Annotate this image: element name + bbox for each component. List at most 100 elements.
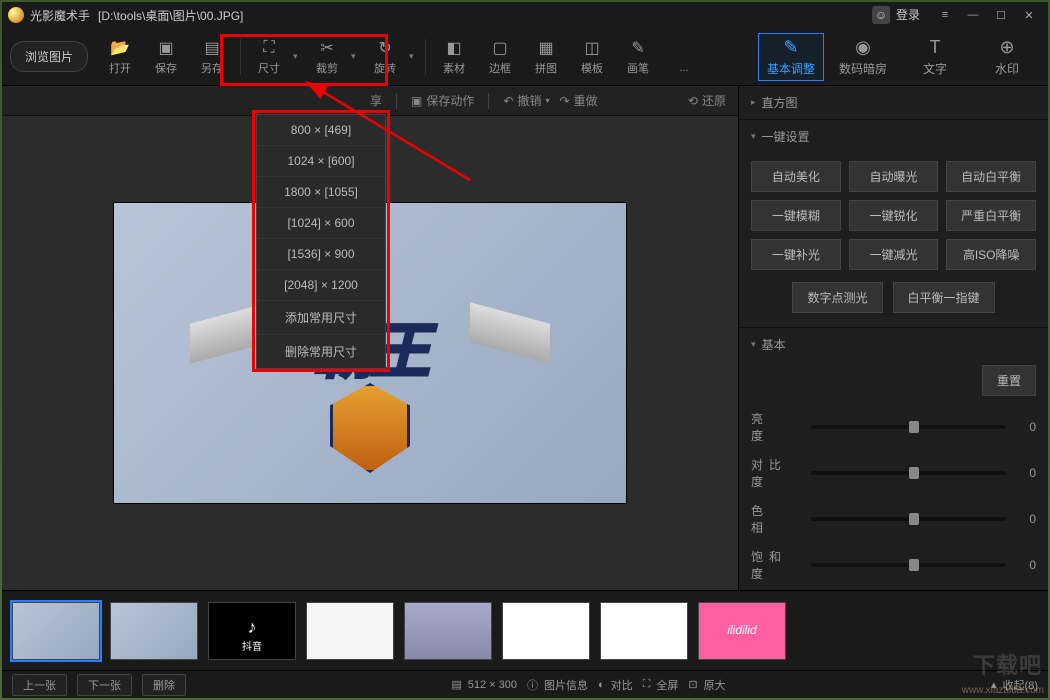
- oneclick-button[interactable]: 一键减光: [849, 239, 939, 270]
- oneclick-button[interactable]: 自动美化: [751, 161, 841, 192]
- save-as-icon: ▤: [202, 38, 222, 58]
- close-button[interactable]: ✕: [1016, 6, 1042, 24]
- rotate-icon: ↻: [375, 38, 395, 58]
- compare-button[interactable]: ◐ 对比: [598, 677, 633, 693]
- oneclick-button[interactable]: 数字点测光: [792, 282, 882, 313]
- adjust-panel: 直方图 一键设置 自动美化自动曝光自动白平衡一键模糊一键锐化严重白平衡一键补光一…: [738, 86, 1048, 590]
- tool-save-as[interactable]: ▤另存: [190, 33, 234, 81]
- login-button[interactable]: 登录: [896, 6, 920, 24]
- dimensions-label: ▤ 512 × 300: [451, 678, 517, 691]
- tool-collage[interactable]: ▦拼图: [524, 33, 568, 81]
- maximize-button[interactable]: ☐: [988, 6, 1014, 24]
- next-image-button[interactable]: 下一张: [77, 674, 132, 696]
- save-action-button[interactable]: ▣保存动作: [411, 92, 474, 109]
- slider-value: 0: [1016, 466, 1036, 480]
- slider-track[interactable]: [811, 425, 1006, 429]
- size-option[interactable]: 1024 × [600]: [257, 146, 385, 177]
- thumbnail[interactable]: [12, 602, 100, 660]
- oneclick-button[interactable]: 一键模糊: [751, 200, 841, 231]
- tool-more[interactable]: ...: [662, 33, 706, 81]
- section-oneclick[interactable]: 一键设置: [739, 120, 1048, 153]
- slider-track[interactable]: [811, 471, 1006, 475]
- slider-thumb[interactable]: [909, 513, 919, 525]
- border-icon: ▢: [490, 38, 510, 58]
- tool-border[interactable]: ▢边框: [478, 33, 522, 81]
- tool-open[interactable]: 📂打开: [98, 33, 142, 81]
- tab-darkroom[interactable]: ◉数码暗房: [830, 33, 896, 81]
- size-option[interactable]: [2048] × 1200: [257, 270, 385, 301]
- section-histogram[interactable]: 直方图: [739, 86, 1048, 119]
- slider-value: 0: [1016, 420, 1036, 434]
- tab-basic-adjust[interactable]: ✎基本调整: [758, 33, 824, 81]
- reset-button[interactable]: 重置: [982, 365, 1036, 396]
- oneclick-button[interactable]: 自动白平衡: [946, 161, 1036, 192]
- tab-text[interactable]: T文字: [902, 33, 968, 81]
- slider-track[interactable]: [811, 563, 1006, 567]
- login-avatar-icon[interactable]: ☺: [872, 6, 890, 24]
- thumbnail[interactable]: ♪抖音: [208, 602, 296, 660]
- slider-thumb[interactable]: [909, 559, 919, 571]
- thumbnail[interactable]: ilidilid: [698, 602, 786, 660]
- tool-rotate[interactable]: ↻旋转: [363, 33, 407, 81]
- tool-save[interactable]: ▣保存: [144, 33, 188, 81]
- share-label[interactable]: 享: [370, 92, 382, 109]
- undo-button[interactable]: ↶撤销▾: [503, 92, 549, 109]
- minimize-button[interactable]: ―: [960, 6, 986, 24]
- size-option[interactable]: [1536] × 900: [257, 239, 385, 270]
- oneclick-button[interactable]: 自动曝光: [849, 161, 939, 192]
- redo-icon: ↷: [559, 94, 569, 108]
- crop-dropdown-arrow[interactable]: ▾: [351, 51, 361, 62]
- size-option[interactable]: 删除常用尺寸: [257, 335, 385, 368]
- oneclick-button[interactable]: 白平衡一指键: [893, 282, 995, 313]
- size-option[interactable]: [1024] × 600: [257, 208, 385, 239]
- thumbnail[interactable]: [306, 602, 394, 660]
- thumbnail[interactable]: [502, 602, 590, 660]
- slider-row: 饱和度0: [751, 542, 1036, 588]
- resize-dropdown-arrow[interactable]: ▾: [293, 51, 303, 62]
- template-icon: ◫: [582, 38, 602, 58]
- tool-crop[interactable]: ✂裁剪: [305, 33, 349, 81]
- tool-template[interactable]: ◫模板: [570, 33, 614, 81]
- material-icon: ◧: [444, 38, 464, 58]
- fullscreen-button[interactable]: ⛶ 全屏: [643, 677, 679, 693]
- thumbnail[interactable]: [110, 602, 198, 660]
- tool-material[interactable]: ◧素材: [432, 33, 476, 81]
- section-basic[interactable]: 基本: [739, 328, 1048, 361]
- slider-thumb[interactable]: [909, 421, 919, 433]
- prev-image-button[interactable]: 上一张: [12, 674, 67, 696]
- size-option[interactable]: 1800 × [1055]: [257, 177, 385, 208]
- browse-images-button[interactable]: 浏览图片: [10, 41, 88, 72]
- redo-button[interactable]: ↷重做: [559, 92, 597, 109]
- size-dropdown-menu: 800 × [469]1024 × [600]1800 × [1055][102…: [256, 114, 386, 369]
- save-icon: ▣: [156, 38, 176, 58]
- thumbnail-strip: ♪抖音 ilidilid: [2, 590, 1048, 670]
- slider-value: 0: [1016, 512, 1036, 526]
- original-size-button[interactable]: ⊡ 原大: [688, 677, 725, 693]
- oneclick-button[interactable]: 一键补光: [751, 239, 841, 270]
- undo-icon: ↶: [503, 94, 513, 108]
- watermark-url: www.xiazaiba.com: [962, 685, 1044, 696]
- tool-resize[interactable]: ⛶尺寸: [247, 33, 291, 81]
- size-option[interactable]: 800 × [469]: [257, 115, 385, 146]
- separator: [425, 39, 426, 75]
- oneclick-button[interactable]: 严重白平衡: [946, 200, 1036, 231]
- thumbnail[interactable]: [404, 602, 492, 660]
- menu-icon[interactable]: ≡: [932, 6, 958, 24]
- oneclick-button[interactable]: 一键锐化: [849, 200, 939, 231]
- separator: [240, 39, 241, 75]
- watermark-text: 下载吧: [973, 648, 1042, 680]
- slider-thumb[interactable]: [909, 467, 919, 479]
- action-subbar: 享 ▣保存动作 ↶撤销▾ ↷重做 ⟲还原: [2, 86, 738, 116]
- tab-watermark[interactable]: ⊕水印: [974, 33, 1040, 81]
- image-info-button[interactable]: ⓘ 图片信息: [527, 677, 588, 693]
- more-icon: [674, 40, 694, 60]
- delete-button[interactable]: 删除: [142, 674, 186, 696]
- oneclick-button[interactable]: 高ISO降噪: [946, 239, 1036, 270]
- thumbnail[interactable]: [600, 602, 688, 660]
- slider-track[interactable]: [811, 517, 1006, 521]
- rotate-dropdown-arrow[interactable]: ▾: [409, 51, 419, 62]
- tool-brush[interactable]: ✎画笔: [616, 33, 660, 81]
- restore-button[interactable]: ⟲还原: [688, 92, 726, 109]
- folder-open-icon: 📂: [110, 38, 130, 58]
- size-option[interactable]: 添加常用尺寸: [257, 301, 385, 335]
